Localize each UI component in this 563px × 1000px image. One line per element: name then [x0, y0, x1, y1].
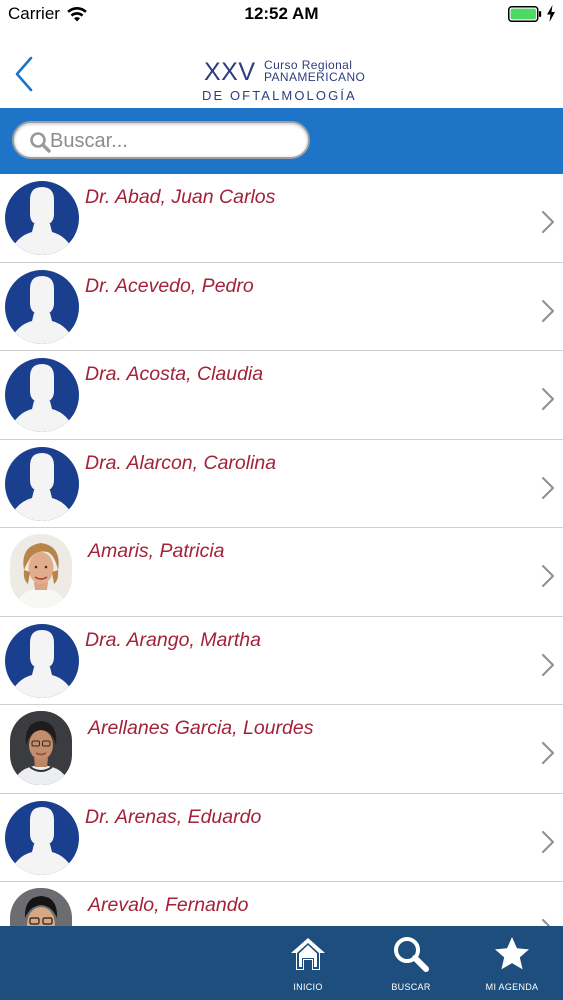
chevron-right-icon [542, 299, 554, 322]
chevron-right-icon [542, 830, 554, 853]
tab-mi-agenda[interactable]: MI AGENDA [476, 926, 548, 1000]
search-icon [394, 937, 429, 972]
list-item[interactable]: Dra. Arango, Martha [0, 616, 563, 705]
home-icon [291, 938, 325, 970]
chevron-right-icon [542, 565, 554, 587]
tab-buscar[interactable]: BUSCAR [375, 926, 447, 1000]
avatar-placeholder-icon [5, 446, 79, 521]
speaker-name: Arevalo, Fernando [88, 894, 249, 916]
avatar-placeholder-icon [5, 358, 79, 432]
list-item[interactable]: Dr. Acevedo, Pedro [0, 262, 563, 351]
tab-bar: INICIO BUSCAR MI AGENDA [0, 926, 563, 1000]
search-bar [0, 108, 563, 174]
avatar-photo [10, 711, 72, 785]
tab-label: INICIO [293, 982, 323, 992]
charging-bolt-icon [547, 5, 555, 22]
tab-inicio[interactable]: INICIO [272, 926, 344, 1000]
speaker-name: Dr. Acevedo, Pedro [85, 274, 254, 297]
chevron-right-icon [542, 476, 554, 499]
speaker-name: Arellanes Garcia, Lourdes [88, 717, 314, 739]
tab-label: BUSCAR [391, 982, 431, 992]
avatar-placeholder-icon [5, 623, 79, 698]
status-bar: Carrier 12:52 AM [0, 0, 563, 28]
search-input[interactable] [50, 128, 300, 154]
logo-numeral: XXV [204, 58, 256, 86]
battery-icon [508, 6, 542, 22]
search-icon [30, 132, 51, 153]
chevron-right-icon [542, 211, 554, 233]
tab-label: MI AGENDA [485, 982, 539, 992]
back-button[interactable] [8, 54, 42, 94]
list-item[interactable]: Dra. Acosta, Claudia [0, 351, 563, 440]
avatar-placeholder-icon [5, 181, 79, 255]
list-item[interactable]: Dr. Arenas, Eduardo [0, 793, 563, 882]
speaker-name: Dr. Abad, Juan Carlos [85, 186, 276, 208]
course-logo: XXV Curso Regional PANAMERICANO DE OFTAL… [200, 56, 372, 104]
list-item[interactable]: Dra. Alarcon, Carolina [0, 439, 563, 528]
speaker-name: Amaris, Patricia [88, 540, 225, 562]
list-item[interactable]: Amaris, Patricia [0, 528, 563, 617]
avatar-placeholder-icon [5, 800, 79, 875]
avatar-placeholder-icon [5, 269, 79, 344]
speaker-name: Dra. Arango, Martha [85, 628, 261, 651]
chevron-right-icon [542, 388, 554, 410]
list-item[interactable]: Arellanes Garcia, Lourdes [0, 705, 563, 794]
list-item[interactable]: Arevalo, Fernando [0, 882, 563, 926]
speaker-list: Dr. Abad, Juan Carlos Dr. Acevedo, Pedro [0, 174, 563, 926]
logo-line-2: PANAMERICANO [264, 70, 366, 84]
chevron-right-icon [542, 742, 554, 764]
speaker-name: Dra. Acosta, Claudia [85, 363, 264, 385]
clock-label: 12:52 AM [244, 4, 319, 23]
star-icon [495, 937, 529, 970]
speaker-name: Dra. Alarcon, Carolina [85, 451, 277, 474]
search-box[interactable] [12, 121, 310, 159]
avatar-photo [10, 888, 72, 926]
chevron-right-icon [542, 919, 551, 926]
speaker-name: Dr. Arenas, Eduardo [85, 805, 262, 828]
logo-line-3: DE OFTALMOLOGÍA [202, 88, 357, 103]
avatar-photo [10, 534, 72, 608]
chevron-left-icon [15, 56, 33, 92]
app-header: XXV Curso Regional PANAMERICANO DE OFTAL… [0, 28, 563, 108]
chevron-right-icon [542, 653, 554, 676]
list-item[interactable]: Dr. Abad, Juan Carlos [0, 174, 563, 263]
